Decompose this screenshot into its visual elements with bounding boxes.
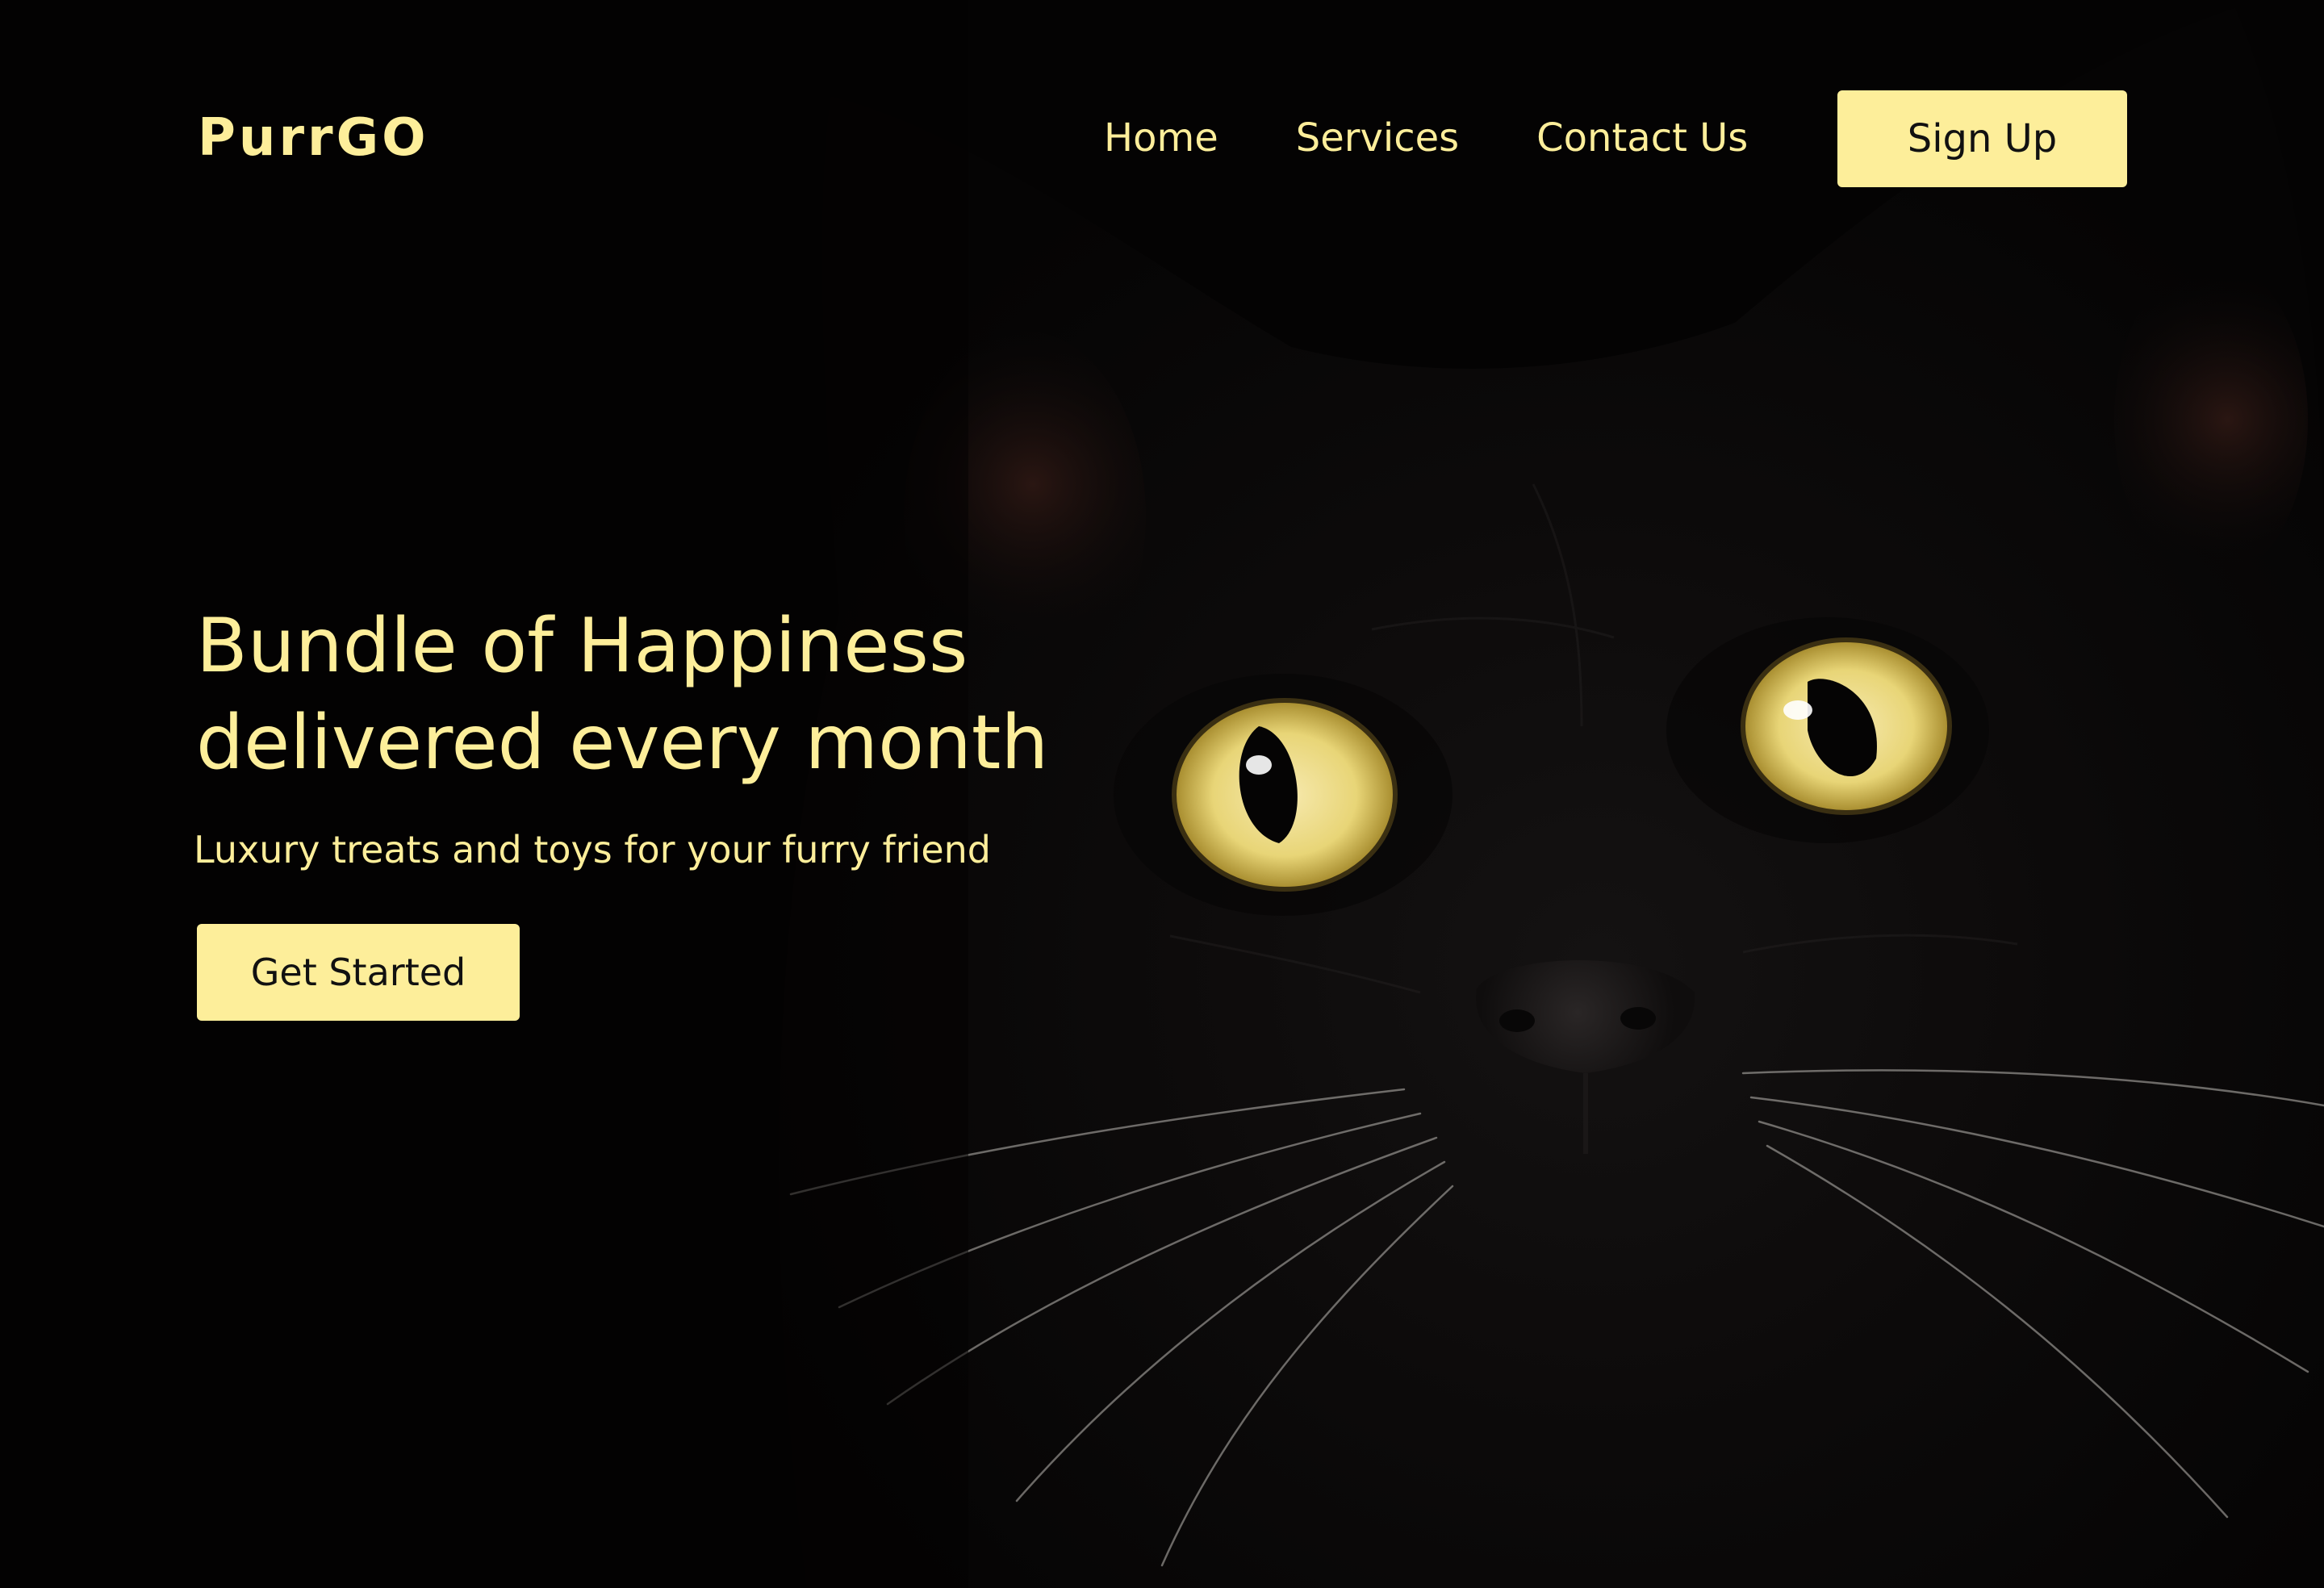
black-cat-photo <box>0 0 2324 1588</box>
nav-services-link[interactable]: Services <box>1296 103 1459 173</box>
sign-up-button[interactable]: Sign Up <box>1837 90 2127 187</box>
nav-home-link[interactable]: Home <box>1104 103 1218 173</box>
hero-title: Bundle of Happiness delivered every mont… <box>196 597 1048 791</box>
get-started-button[interactable]: Get Started <box>197 924 520 1021</box>
hero-title-line-2: delivered every month <box>196 699 1049 786</box>
hero-subtitle: Luxury treats and toys for your furry fr… <box>194 828 991 871</box>
hero-title-line-1: Bundle of Happiness <box>196 602 968 689</box>
main-nav: Home Services Contact Us <box>1104 103 1748 173</box>
nav-contact-link[interactable]: Contact Us <box>1536 103 1748 173</box>
landing-page: PurrGO Home Services Contact Us Sign Up … <box>0 0 2324 1588</box>
brand-logo[interactable]: PurrGO <box>198 103 429 173</box>
